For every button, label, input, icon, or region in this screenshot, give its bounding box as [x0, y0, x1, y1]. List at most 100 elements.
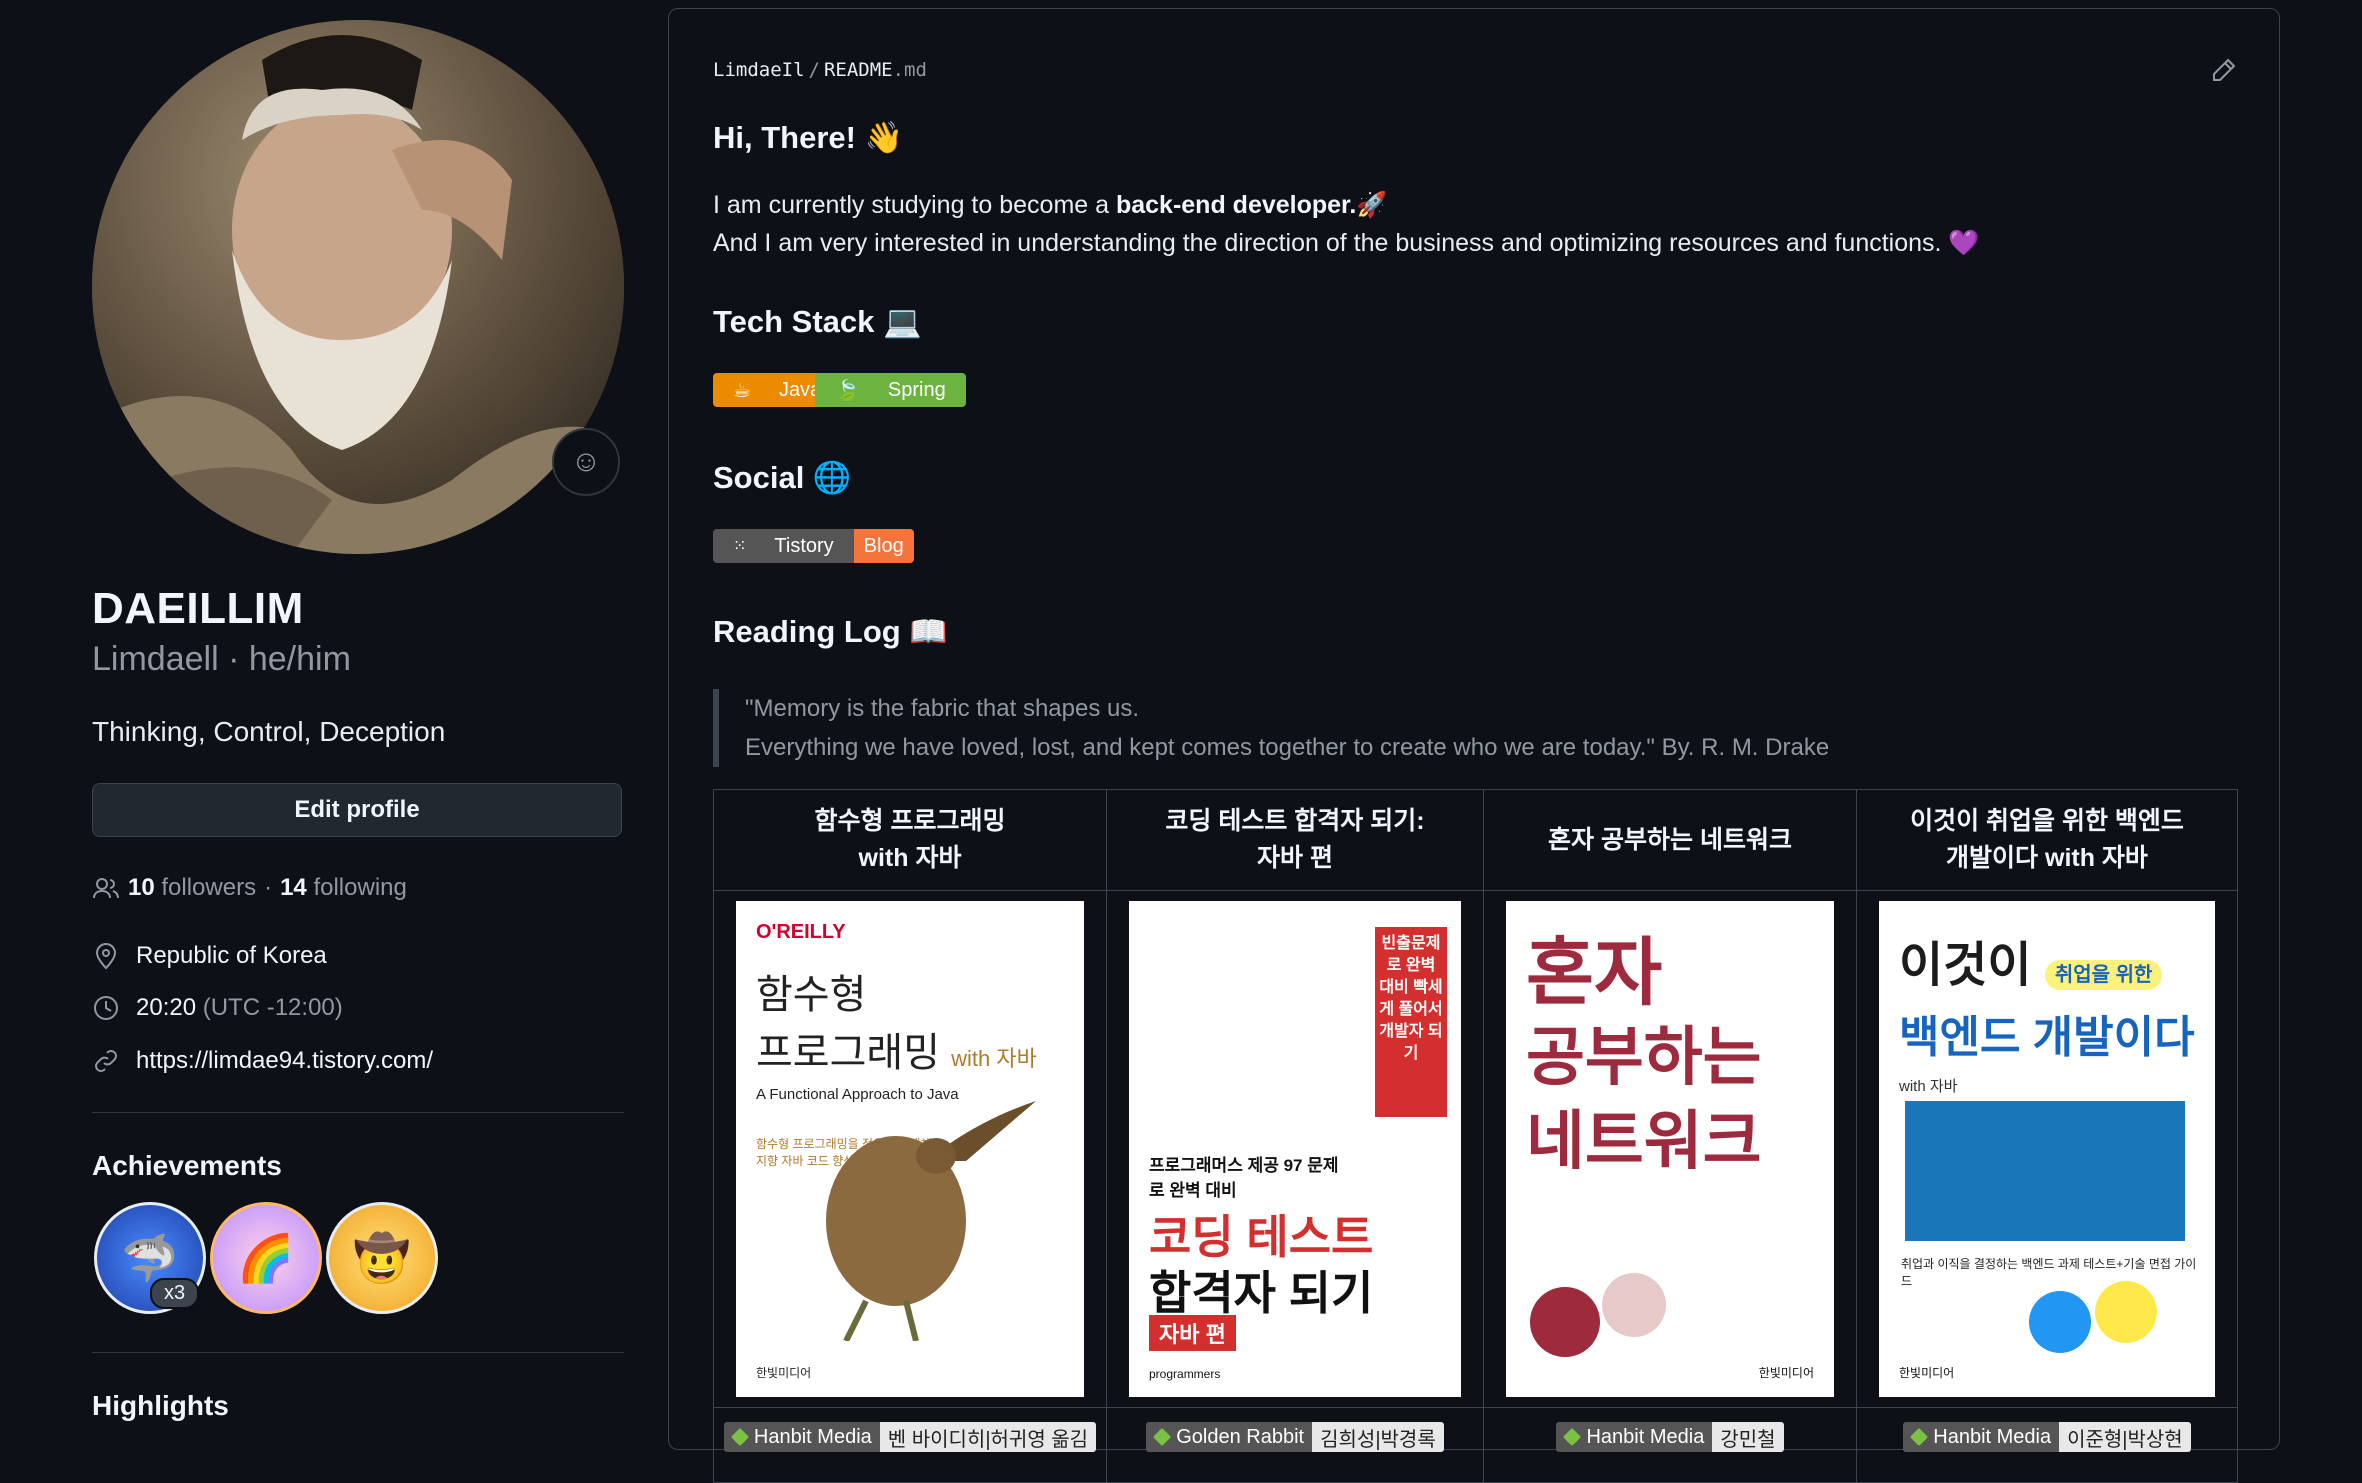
- follow-separator: ·: [264, 874, 273, 901]
- reading-log-heading: Reading Log 📖: [713, 614, 948, 649]
- profile-bio: Thinking, Control, Deception: [92, 716, 446, 747]
- publisher-badge[interactable]: Hanbit Media 이준형|박상현: [1903, 1422, 2191, 1452]
- cover-subtitle: with 자바: [1899, 1078, 1958, 1095]
- cover-circle-decoration: [2029, 1291, 2091, 1353]
- cover-title: 함수형: [756, 973, 867, 1017]
- readme-breadcrumb: LimdaeIl / README.md: [713, 59, 927, 81]
- achievement-yolo-icon[interactable]: 🌈: [210, 1202, 322, 1314]
- social-heading: Social 🌐: [713, 460, 852, 495]
- tistory-icon: ⁙: [733, 538, 747, 555]
- publisher-cell: Hanbit Media 강민철: [1483, 1407, 1857, 1483]
- local-time: 20:20: [136, 994, 197, 1021]
- breadcrumb-user-link[interactable]: LimdaeIl: [713, 59, 805, 81]
- cube-icon: [1910, 1427, 1929, 1447]
- spring-badge[interactable]: 🍃 Spring: [815, 373, 966, 407]
- cover-publisher: 한빛미디어: [756, 1366, 812, 1380]
- greeting-heading: Hi, There! 👋: [713, 120, 904, 155]
- publisher-badge[interactable]: Hanbit Media 강민철: [1556, 1422, 1784, 1452]
- book-cover-cell: 빈출문제로 완벽 대비 빡세게 풀어서 개발자 되기 프로그래머스 제공 97 …: [1106, 890, 1484, 1408]
- intro-line-2: And I am very interested in understandin…: [713, 229, 1980, 257]
- book-title-header: 코딩 테스트 합격자 되기: 자바 편: [1106, 789, 1484, 891]
- link-icon: [92, 1047, 120, 1075]
- publisher-badge[interactable]: Golden Rabbit 김희성|박경록: [1146, 1422, 1444, 1452]
- profile-name: DAEILLIM: [92, 584, 304, 633]
- sidebar-divider: [92, 1352, 624, 1353]
- following-link[interactable]: 14 following: [280, 874, 407, 902]
- cover-subtitle: 프로그래머스 제공 97 문제로 완벽 대비: [1149, 1156, 1339, 1200]
- avatar-container: ☺: [92, 20, 624, 554]
- achievements-title: Achievements: [92, 1150, 282, 1181]
- book-title-header: 함수형 프로그래밍 with 자바: [713, 789, 1107, 891]
- book-cover-network[interactable]: 혼자 공부하는 네트워크 한빛미디어: [1506, 901, 1834, 1397]
- breadcrumb-file: README: [823, 59, 893, 81]
- cover-title: 혼자: [1526, 931, 1663, 1014]
- sidebar-divider: [92, 1112, 624, 1113]
- location-icon: [92, 942, 120, 970]
- cover-publisher: programmers: [1149, 1367, 1221, 1381]
- book-cover-coding-test[interactable]: 빈출문제로 완벽 대비 빡세게 풀어서 개발자 되기 프로그래머스 제공 97 …: [1129, 901, 1461, 1397]
- cover-title: 합격자 되기: [1149, 1267, 1374, 1319]
- followers-link[interactable]: 10 followers: [128, 874, 256, 902]
- cube-icon: [1153, 1427, 1172, 1447]
- java-icon: ☕: [733, 379, 751, 402]
- cover-title: 프로그래밍 with 자바: [756, 1031, 1037, 1075]
- website-link[interactable]: https://limdae94.tistory.com/: [136, 1047, 433, 1075]
- people-icon: [92, 874, 120, 902]
- books-publisher-row: Hanbit Media 벤 바이디히|허귀영 옮김 Golden Rabbit 김…: [713, 1407, 2238, 1483]
- avatar-portrait: [92, 20, 624, 554]
- location-row: Republic of Korea: [92, 942, 327, 970]
- bittern-bird-illustration: [826, 1101, 1036, 1341]
- smiley-icon: ☺: [570, 445, 602, 478]
- cover-publisher: 한빛미디어: [1899, 1366, 1955, 1380]
- book-cover-cell: 혼자 공부하는 네트워크 한빛미디어: [1483, 890, 1857, 1408]
- local-time-row: 20:20 (UTC -12:00): [92, 994, 343, 1022]
- spring-leaf-icon: 🍃: [835, 379, 860, 402]
- intro-line-1: I am currently studying to become a back…: [713, 191, 1388, 219]
- clock-icon: [92, 994, 120, 1022]
- cover-circle-decoration: [2095, 1281, 2157, 1343]
- profile-login: Limdaell · he/him: [92, 640, 351, 678]
- achievement-quickdraw-icon[interactable]: 🤠: [326, 1202, 438, 1314]
- cover-ribbon: 빈출문제로 완벽 대비 빡세게 풀어서 개발자 되기: [1375, 927, 1447, 1117]
- book-cover-functional-java[interactable]: O'REILLY 함수형 프로그래밍 with 자바 A Functional …: [736, 901, 1084, 1397]
- cover-title: 백엔드 개발이다: [1899, 1013, 2195, 1062]
- cover-title: 공부하는: [1526, 1021, 1762, 1093]
- cover-blue-panel: [1905, 1101, 2185, 1241]
- book-cover-backend[interactable]: 이것이 취업을 위한 백엔드 개발이다 with 자바 취업과 이직을 결정하는…: [1879, 901, 2215, 1397]
- website-row: https://limdae94.tistory.com/: [92, 1047, 433, 1075]
- cover-title: 이것이 취업을 위한: [1899, 925, 2195, 995]
- book-title-header: 혼자 공부하는 네트워크: [1483, 789, 1857, 891]
- publisher-cell: Golden Rabbit 김희성|박경록: [1106, 1407, 1484, 1483]
- publisher-cell: Hanbit Media 벤 바이디히|허귀영 옮김: [713, 1407, 1107, 1483]
- oreilly-logo: O'REILLY: [756, 921, 846, 943]
- follow-stats: 10 followers · 14 following: [92, 874, 407, 902]
- publisher-badge[interactable]: Hanbit Media 벤 바이디히|허귀영 옮김: [723, 1422, 1097, 1452]
- books-cover-row: O'REILLY 함수형 프로그래밍 with 자바 A Functional …: [713, 890, 2238, 1408]
- publisher-cell: Hanbit Media 이준형|박상현: [1856, 1407, 2238, 1483]
- set-status-button[interactable]: ☺: [552, 428, 620, 496]
- readme-card: LimdaeIl / README.md Hi, There! 👋 I am cur…: [668, 8, 2280, 1483]
- edit-profile-button[interactable]: Edit profile: [92, 783, 622, 837]
- tech-stack-heading: Tech Stack 💻: [713, 304, 922, 339]
- avatar[interactable]: [92, 20, 624, 554]
- cube-icon: [1563, 1427, 1582, 1447]
- book-title-header: 이것이 취업을 위한 백엔드 개발이다 with 자바: [1856, 789, 2238, 891]
- edit-readme-pencil-icon[interactable]: [2211, 57, 2237, 90]
- cover-title: 네트워크: [1526, 1105, 1762, 1177]
- book-cover-cell: O'REILLY 함수형 프로그래밍 with 자바 A Functional …: [713, 890, 1107, 1408]
- reading-quote: "Memory is the fabric that shapes us. Ev…: [713, 689, 1829, 767]
- cube-icon: [730, 1427, 749, 1447]
- cover-publisher: 한빛미디어: [1758, 1366, 1814, 1380]
- cover-description: 취업과 이직을 결정하는 백엔드 과제 테스트+기술 면접 가이드: [1901, 1257, 2197, 1288]
- cover-tag: 자바 편: [1149, 1315, 1236, 1351]
- cover-circle-decoration: [1602, 1273, 1666, 1337]
- tistory-blog-badge[interactable]: ⁙ Tistory Blog: [713, 529, 914, 563]
- highlights-title: Highlights: [92, 1390, 229, 1421]
- cover-circle-decoration: [1530, 1287, 1600, 1357]
- books-table: 함수형 프로그래밍 with 자바 코딩 테스트 합격자 되기: 자바 편 혼자 공…: [713, 789, 2238, 1483]
- book-cover-cell: 이것이 취업을 위한 백엔드 개발이다 with 자바 취업과 이직을 결정하는…: [1856, 890, 2238, 1408]
- achievement-count-badge: x3: [150, 1278, 200, 1309]
- timezone: (UTC -12:00): [202, 994, 343, 1021]
- location-text: Republic of Korea: [136, 942, 327, 969]
- books-header-row: 함수형 프로그래밍 with 자바 코딩 테스트 합격자 되기: 자바 편 혼자 공…: [713, 789, 2238, 891]
